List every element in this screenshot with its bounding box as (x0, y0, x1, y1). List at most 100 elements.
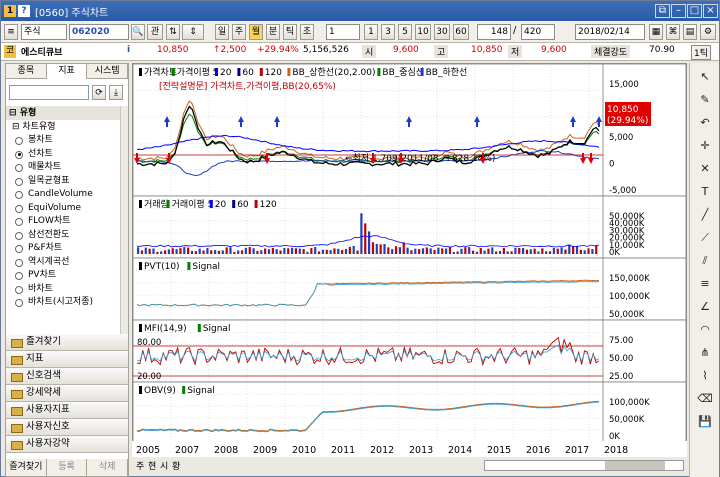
chart-area[interactable]: 가격차트 가격이평 5 20 60 120 BB_상한선(20,2.00) BB_중심선 BB… (132, 63, 687, 458)
stock-code-input[interactable]: 062020 (69, 24, 129, 40)
delete-button[interactable]: 삭제 (87, 459, 129, 476)
undo-icon[interactable]: ↶ (697, 115, 713, 131)
chart-type-item[interactable]: EquiVolume (6, 202, 120, 216)
zoom-icon[interactable]: ✎ (697, 92, 713, 108)
period-month[interactable]: 월 (249, 24, 263, 40)
tree-subgroup[interactable]: ⊟ 차트유형 (6, 120, 120, 134)
chart-type-item[interactable]: 매물차트 (6, 161, 120, 175)
eraser-icon[interactable]: ⌫ (697, 391, 713, 407)
chart-type-item[interactable]: FLOW차트 (6, 215, 120, 229)
scroll-thumb[interactable] (605, 461, 665, 470)
delete-icon[interactable]: ✕ (697, 161, 713, 177)
folder-item[interactable]: 사용자신호 (6, 419, 128, 436)
radio-icon[interactable] (15, 191, 23, 199)
gann-icon[interactable]: ∠ (697, 299, 713, 315)
chart-type-item[interactable]: 선차트 (6, 148, 120, 162)
tree-scrollbar[interactable] (120, 106, 128, 361)
andrews-icon[interactable]: ⋔ (697, 345, 713, 361)
folder-item[interactable]: 사용자지표 (6, 402, 128, 419)
status-time[interactable]: 시 (160, 459, 168, 472)
folder-item[interactable]: 즐겨찾기 (6, 334, 128, 351)
tick-button[interactable]: 1틱 (691, 45, 712, 60)
radio-icon[interactable] (15, 231, 23, 240)
chart-type-item[interactable]: 삼선전환도 (6, 229, 120, 243)
settings-icon[interactable]: ⚙ (700, 24, 716, 40)
pointer-icon[interactable]: ↖ (697, 69, 713, 85)
folder-item[interactable]: 사용자강약 (6, 436, 128, 453)
calendar-icon[interactable]: ▦ (649, 24, 663, 40)
radio-icon[interactable] (15, 245, 23, 253)
interval-5[interactable]: 5 (398, 24, 412, 40)
radio-icon[interactable] (15, 272, 23, 280)
folder-item[interactable]: 지표 (6, 351, 128, 368)
status-current[interactable]: 현 (148, 459, 156, 472)
interval-60[interactable]: 60 (453, 24, 469, 40)
chart-type-item[interactable]: 일목균형표 (6, 175, 120, 189)
minimize-button[interactable]: – (671, 4, 686, 18)
tab-stock[interactable]: 종목 (6, 64, 47, 79)
chart-type-item[interactable]: 바차트 (6, 283, 120, 297)
cycle-icon[interactable]: ◠ (697, 322, 713, 338)
link-icon[interactable]: ⧉ (655, 4, 670, 18)
interval-10[interactable]: 10 (415, 24, 431, 40)
interval-1[interactable]: 1 (364, 24, 378, 40)
register-button[interactable]: 등록 (46, 459, 88, 476)
tab-system[interactable]: 시스템 (87, 64, 129, 79)
total-count[interactable]: 420 (521, 24, 555, 40)
count-input[interactable]: 148 (477, 24, 511, 40)
save-icon[interactable]: 💾 (697, 414, 713, 430)
period-tick[interactable]: 틱 (283, 24, 297, 40)
chart-type-item[interactable]: 바차트(시고저종) (6, 296, 120, 310)
fib-icon[interactable]: ≡ (697, 276, 713, 292)
radio-icon[interactable] (15, 137, 23, 145)
crosshair-icon[interactable]: ✛ (697, 138, 713, 154)
search-icon[interactable]: 🔍 (131, 24, 145, 40)
radio-icon[interactable] (15, 177, 23, 186)
menu-icon[interactable]: ≡ (4, 24, 18, 40)
maximize-button[interactable]: □ (687, 4, 702, 18)
favorites-button[interactable]: 즐겨찾기 (6, 459, 47, 476)
tree-group[interactable]: ⊟ 유형 (6, 106, 120, 120)
chart-type-item[interactable]: 역시계곡선 (6, 256, 120, 270)
period-second[interactable]: 초 (300, 24, 314, 40)
status-state[interactable]: 황 (172, 459, 180, 472)
lock-icon[interactable]: ⌘ (666, 24, 680, 40)
line-icon[interactable]: ╱ (697, 207, 713, 223)
chart-svg[interactable]: 가격차트 가격이평 5 20 60 120 BB_상한선(20,2.00) BB_중심선 BB… (132, 63, 687, 443)
trend-line-icon[interactable]: ⟋ (697, 230, 713, 246)
close-button[interactable]: × (703, 4, 718, 18)
help-icon[interactable]: ? (18, 5, 30, 17)
interval-30[interactable]: 30 (434, 24, 450, 40)
status-week[interactable]: 주 (136, 459, 144, 472)
interval-select[interactable]: 1 (326, 24, 360, 40)
period-day[interactable]: 일 (215, 24, 229, 40)
chart-type-item[interactable]: P&F차트 (6, 242, 120, 256)
radio-icon[interactable] (15, 285, 23, 294)
radio-icon[interactable] (15, 150, 23, 159)
chart-type-item[interactable]: PV차트 (6, 269, 120, 283)
spin-icon[interactable]: ⇕ (182, 24, 204, 40)
stock-icon[interactable]: ⇅ (166, 24, 180, 40)
indicator-search-input[interactable] (9, 85, 89, 100)
text-icon[interactable]: T (697, 184, 713, 200)
folder-item[interactable]: 신호검색 (6, 368, 128, 385)
chart-scrollbar[interactable] (484, 460, 684, 471)
refresh-icon[interactable]: ⟳ (92, 85, 106, 100)
info-icon[interactable]: i (127, 45, 130, 55)
date-input[interactable]: 2018/02/14 (575, 24, 645, 40)
pattern-icon[interactable]: ⌇ (697, 368, 713, 384)
period-week[interactable]: 주 (232, 24, 246, 40)
app-icon[interactable]: 1 (4, 5, 16, 17)
radio-icon[interactable] (15, 204, 23, 213)
radio-icon[interactable] (15, 218, 23, 226)
folder-item[interactable]: 강세약세 (6, 385, 128, 402)
period-minute[interactable]: 분 (266, 24, 280, 40)
channel-icon[interactable]: ⫽ (697, 253, 713, 269)
download-icon[interactable]: ⤓ (109, 85, 123, 100)
chart-type-item[interactable]: CandleVolume (6, 188, 120, 202)
layout-icon[interactable]: ▤ (683, 24, 697, 40)
radio-icon[interactable] (15, 164, 23, 172)
radio-icon[interactable] (15, 258, 23, 267)
chart-type-item[interactable]: 봉차트 (6, 134, 120, 148)
interval-3[interactable]: 3 (381, 24, 395, 40)
